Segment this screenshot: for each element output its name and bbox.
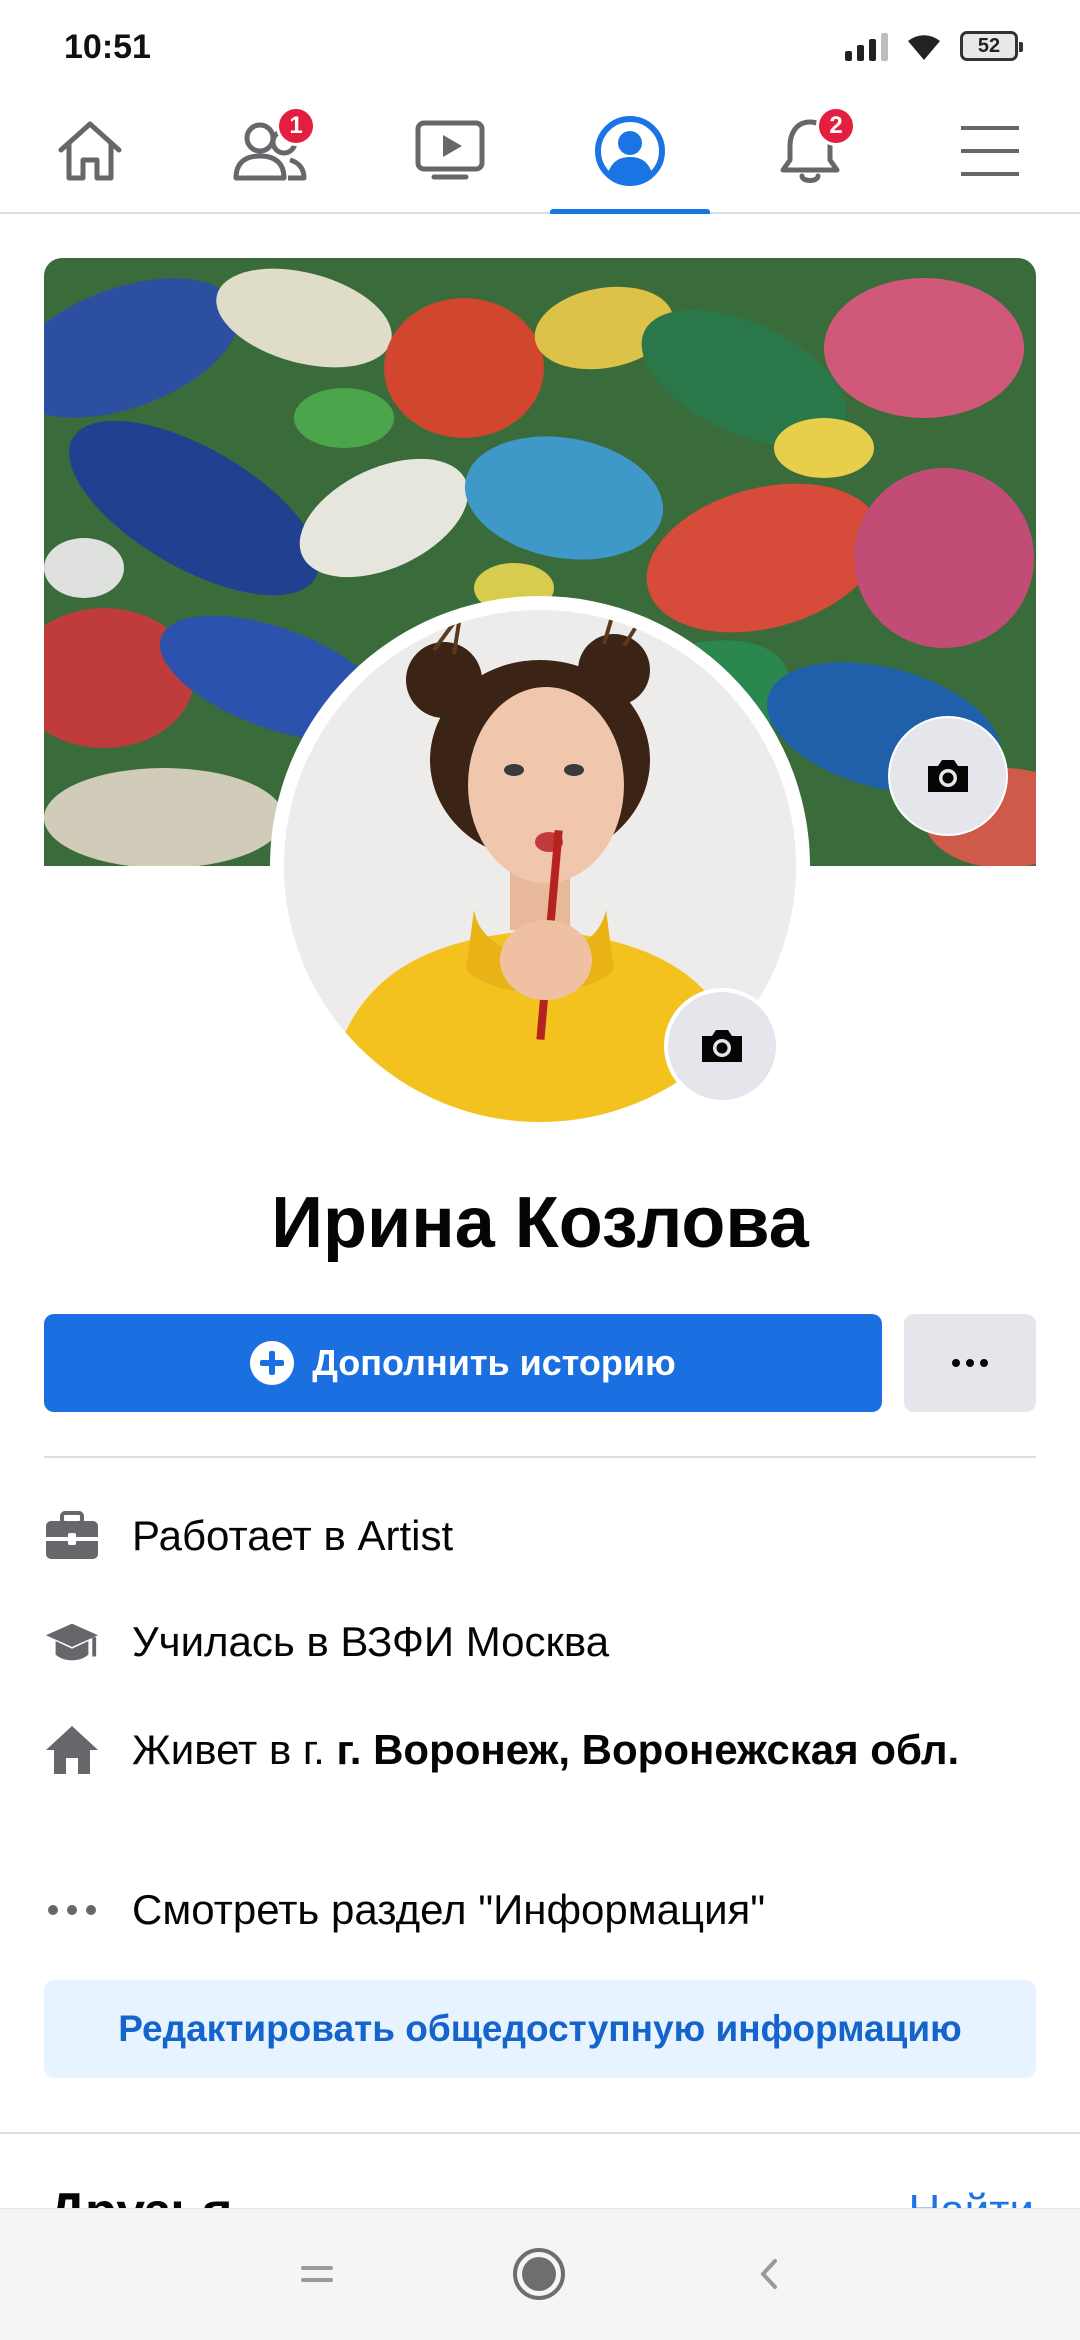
- briefcase-icon: [44, 1508, 100, 1564]
- status-icons: 52: [845, 30, 1023, 62]
- friends-badge: 1: [276, 106, 316, 146]
- info-location: Живет в г. г. Воронеж, Воронежская обл.: [44, 1722, 1036, 1778]
- profile-name: Ирина Козлова: [271, 1183, 809, 1263]
- battery-level: 52: [977, 34, 1001, 57]
- work-place: Artist: [357, 1512, 454, 1559]
- study-place: ВЗФИ Москва: [340, 1618, 610, 1665]
- work-prefix: Работает в: [132, 1512, 358, 1559]
- section-divider: [0, 2132, 1080, 2134]
- recents-icon: [301, 2266, 333, 2282]
- back-button[interactable]: [734, 2239, 804, 2309]
- add-story-button[interactable]: Дополнить историю: [44, 1314, 882, 1412]
- home-location-icon: [44, 1722, 100, 1778]
- tab-watch[interactable]: [360, 90, 540, 212]
- see-about-link[interactable]: Смотреть раздел "Информация": [44, 1882, 1036, 1938]
- wifi-icon: [908, 35, 940, 60]
- tab-notifications[interactable]: 2: [720, 90, 900, 212]
- plus-circle-icon: [250, 1341, 295, 1385]
- profile-icon: [595, 116, 665, 186]
- camera-icon: [702, 1030, 742, 1062]
- home-button[interactable]: [504, 2239, 574, 2309]
- more-options-button[interactable]: [904, 1314, 1036, 1412]
- home-icon: [58, 121, 122, 181]
- add-story-label: Дополнить историю: [312, 1342, 676, 1383]
- avatar-camera-button[interactable]: [664, 988, 780, 1104]
- tab-menu[interactable]: [900, 90, 1080, 212]
- tab-profile[interactable]: [540, 90, 720, 214]
- camera-icon: [928, 760, 968, 792]
- status-bar: 10:51 52: [0, 0, 1080, 90]
- video-icon: [415, 120, 485, 180]
- lives-place: г. Воронеж, Воронежская обл.: [336, 1726, 960, 1773]
- system-navigation-bar: [0, 2208, 1080, 2340]
- lives-prefix: Живет в г.: [132, 1726, 337, 1773]
- more-dots-icon: [952, 1359, 988, 1367]
- back-icon: [761, 2259, 777, 2289]
- hamburger-icon: [961, 126, 1019, 176]
- tab-friends[interactable]: 1: [180, 90, 360, 212]
- status-time: 10:51: [64, 28, 151, 66]
- info-work: Работает в Artist: [44, 1508, 1036, 1564]
- signal-icon: [845, 31, 888, 61]
- battery-icon: 52: [960, 31, 1023, 61]
- section-divider: [44, 1456, 1036, 1458]
- see-about-label: Смотреть раздел "Информация": [132, 1886, 766, 1933]
- graduation-cap-icon: [44, 1614, 100, 1670]
- cover-camera-button[interactable]: [890, 718, 1006, 834]
- edit-public-info-label: Редактировать общедоступную информацию: [118, 2008, 962, 2049]
- more-dots-icon: [44, 1882, 100, 1938]
- home-circle-icon: [513, 2248, 565, 2300]
- study-prefix: Училась в: [132, 1618, 341, 1665]
- info-education: Училась в ВЗФИ Москва: [44, 1614, 1036, 1670]
- top-navigation: 1 2: [0, 90, 1080, 214]
- edit-public-info-button[interactable]: Редактировать общедоступную информацию: [44, 1980, 1036, 2078]
- tab-home[interactable]: [0, 90, 180, 212]
- recents-button[interactable]: [282, 2239, 352, 2309]
- notifications-badge: 2: [816, 106, 856, 146]
